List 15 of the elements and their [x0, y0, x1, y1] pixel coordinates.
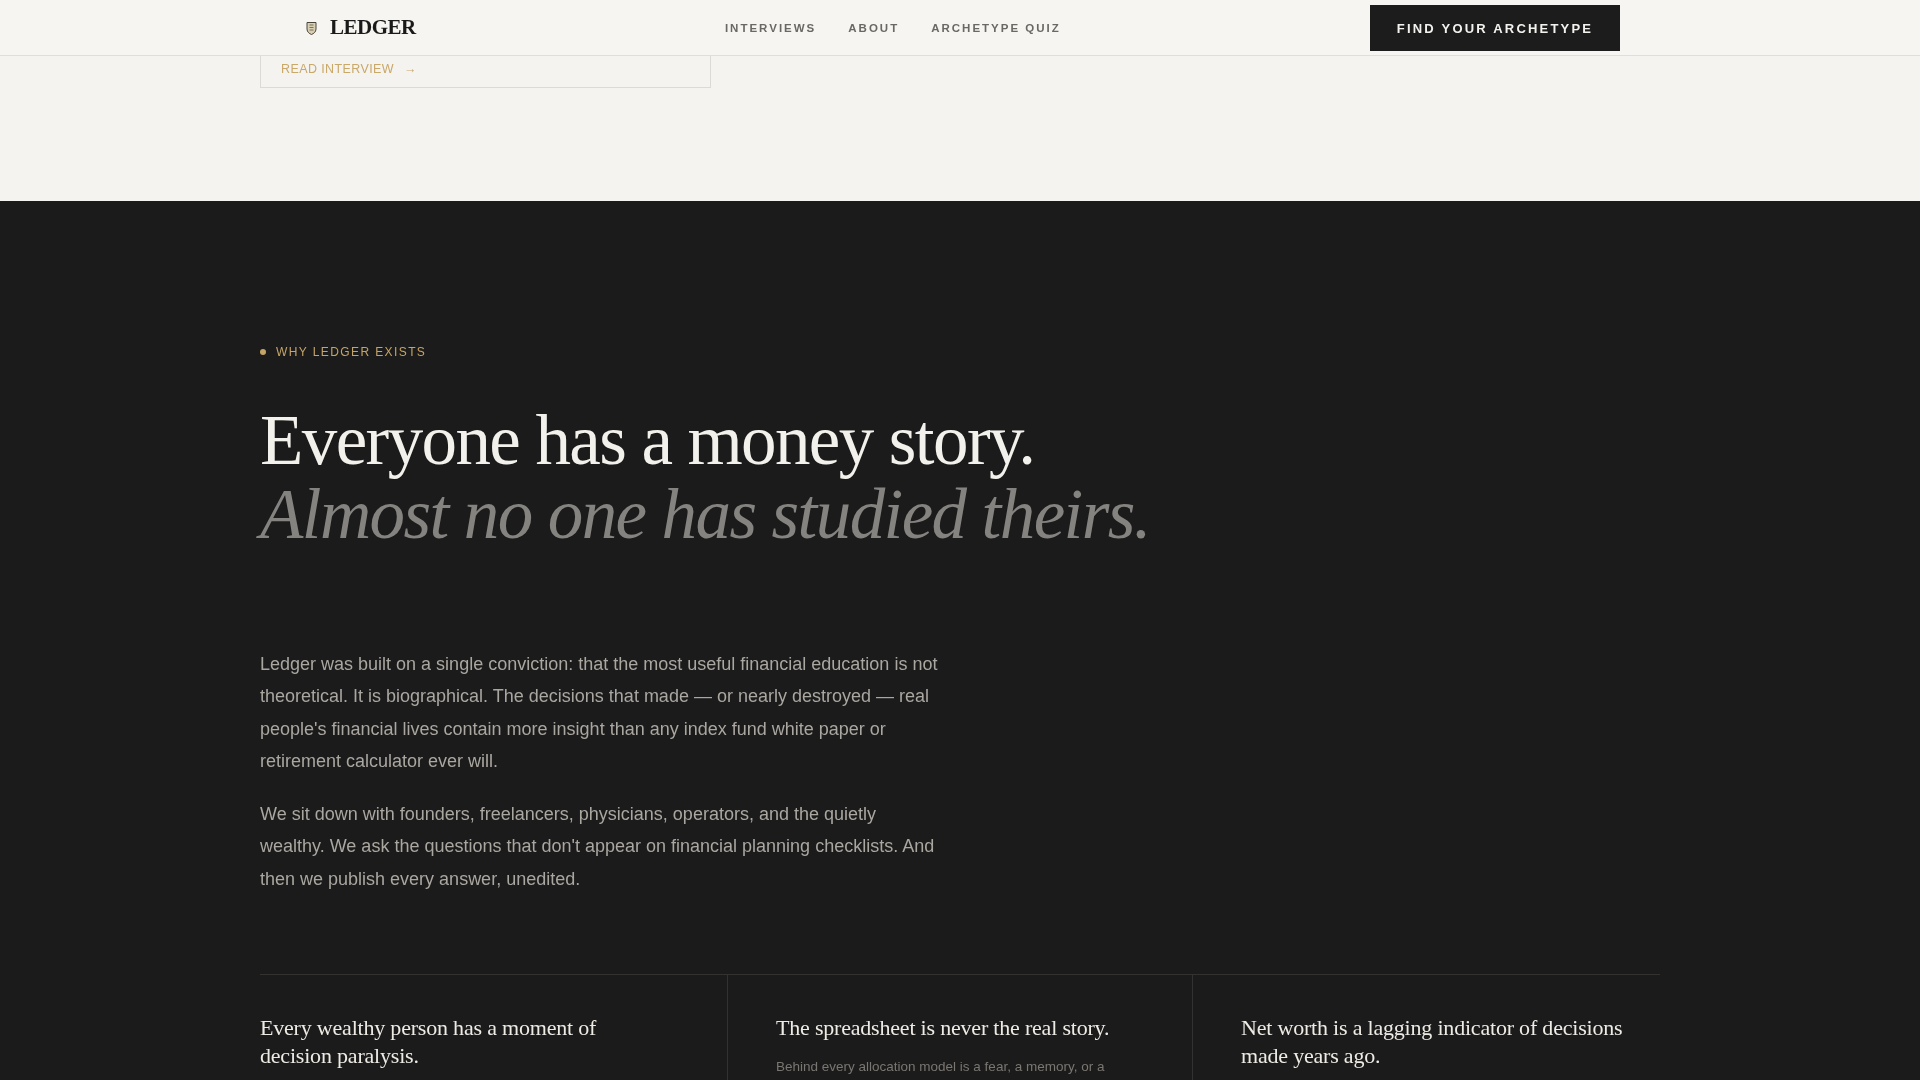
nav-link[interactable]: ABOUT — [848, 21, 900, 34]
body-paragraph: Ledger was built on a single conviction: that the most useful financial education is not theoretical. It is biographical. The decisions that made — or nearly destroyed — real people's financial lives contain more insight than any index fund white paper or retirement calculator ever will. — [260, 653, 939, 773]
body-paragraph: We sit down with founders, freelancers, physicians, operators, and the quietly wealthy. We ask the questions that don't appear on financial planning checklists. And then we publish every answer, unedited. — [260, 803, 936, 891]
shield-icon — [306, 20, 317, 35]
nav-link[interactable]: INTERVIEWS — [724, 21, 817, 34]
principle-text: Behind every allocation model is a fear, a memory, or a — [776, 1059, 1106, 1076]
principle-title: The spreadsheet is never the real story. — [776, 1014, 1111, 1043]
find-archetype-button[interactable]: FIND YOUR ARCHETYPE — [1370, 5, 1620, 51]
bullet-dot-icon — [260, 349, 266, 355]
nav-link[interactable]: ARCHETYPE QUIZ — [931, 21, 1061, 34]
logo-wordmark[interactable]: LEDGER — [330, 15, 416, 40]
eyebrow-label: WHY LEDGER EXISTS — [276, 345, 427, 359]
principle-title: Net worth is a lagging indicator of decisions made years ago. — [1241, 1014, 1624, 1071]
headline: Everyone has a money story. — [260, 403, 1035, 477]
principle-title: Every wealthy person has a moment of decision paralysis. — [260, 1014, 598, 1071]
